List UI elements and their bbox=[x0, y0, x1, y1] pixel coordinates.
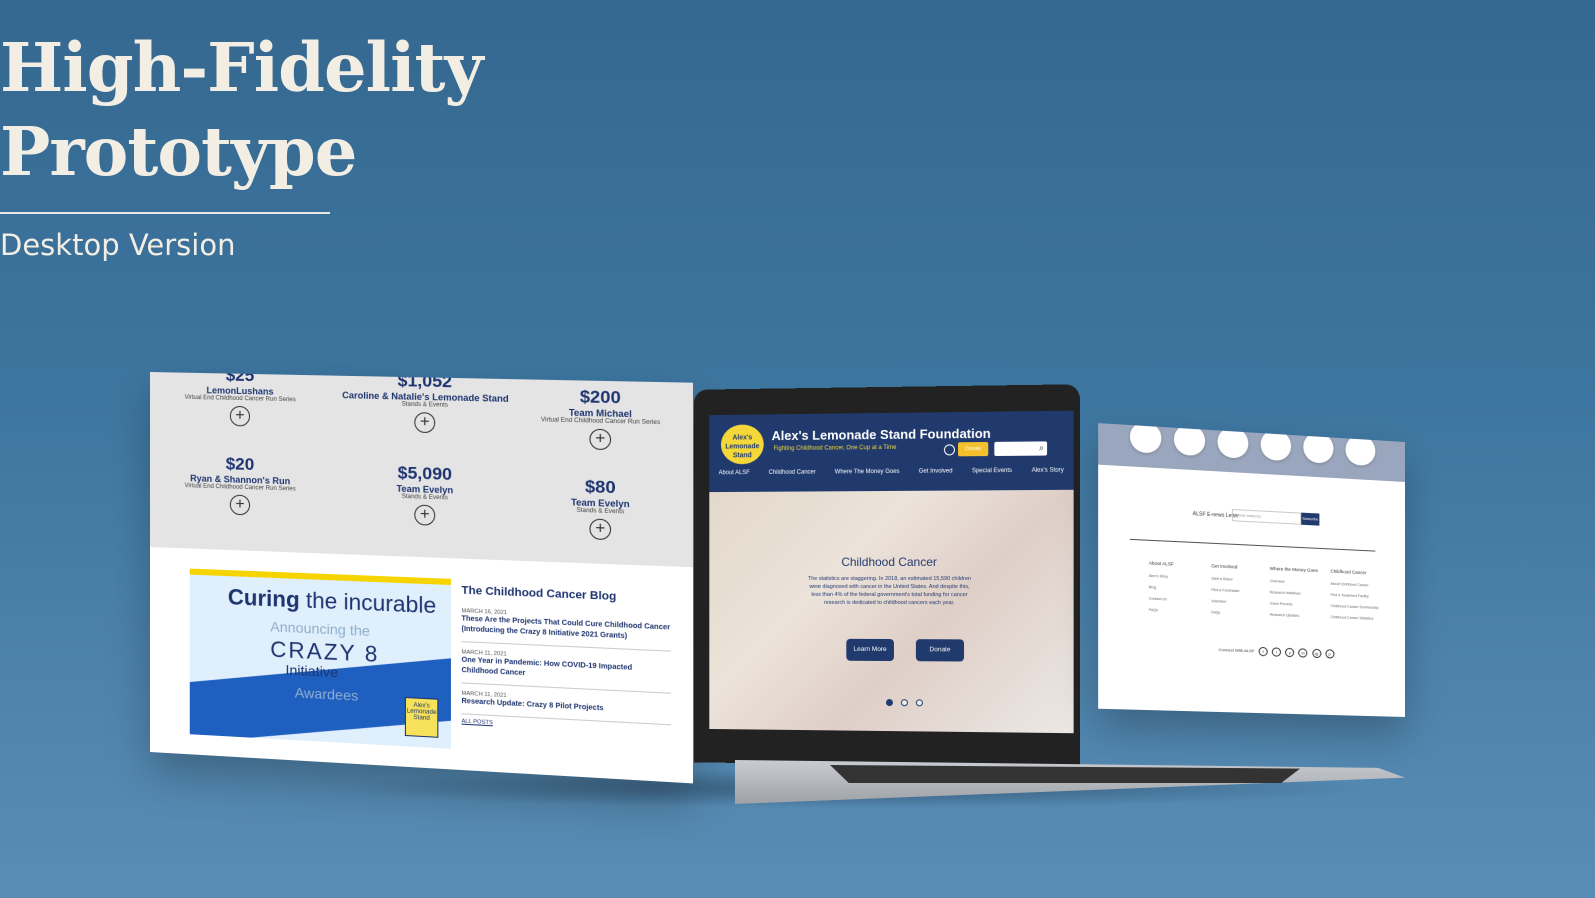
laptop-mockup: Alex's Lemonade Stand Alex's Lemonade St… bbox=[693, 384, 1080, 768]
social-connect: Connect With ALSF f t y in ig p bbox=[1218, 645, 1335, 659]
partner-logo bbox=[1217, 426, 1249, 459]
lemon-logo[interactable]: Alex's Lemonade Stand bbox=[720, 424, 764, 465]
user-icon[interactable] bbox=[943, 444, 955, 456]
crazy8-promo-banner[interactable]: Curing the incurable Announcing the CRAZ… bbox=[189, 568, 451, 749]
slide-title: Childhood Cancer bbox=[841, 554, 937, 570]
footer-column: Where the Money Goes Overview Research I… bbox=[1270, 566, 1318, 626]
donor-card: $80 Team Evelyn Stands & Events + bbox=[520, 475, 682, 543]
carousel-dot[interactable] bbox=[900, 699, 908, 707]
footer-link[interactable]: Find a Treatment Facility bbox=[1330, 593, 1378, 599]
slide-text: The statistics are staggering. In 2018, … bbox=[807, 576, 972, 607]
site-header: Alex's Lemonade Stand Alex's Lemonade St… bbox=[709, 410, 1074, 493]
nav-item-alexs-story[interactable]: Alex's Story bbox=[1032, 468, 1064, 474]
mockup-left-panel: $25 LemonLushans Virtual End Childhood C… bbox=[150, 372, 694, 784]
site-name: Alex's Lemonade Stand Foundation bbox=[771, 425, 991, 444]
expand-plus-icon[interactable]: + bbox=[589, 428, 612, 451]
footer-link[interactable]: Research Initiatives bbox=[1270, 590, 1318, 596]
nav-item-money[interactable]: Where The Money Goes bbox=[835, 469, 900, 475]
donor-card: $200 Team Michael Virtual End Childhood … bbox=[520, 386, 682, 453]
footer-link[interactable]: Childhood Cancer Survivorship bbox=[1330, 604, 1378, 610]
carousel-dot[interactable] bbox=[885, 699, 893, 707]
footer-link[interactable]: Childhood Cancer Statistics bbox=[1330, 615, 1378, 621]
partner-logo bbox=[1345, 434, 1376, 467]
hero-slide: Childhood Cancer The statistics are stag… bbox=[709, 489, 1074, 734]
hero-title-line1: High-Fidelity bbox=[0, 28, 483, 107]
footer-link[interactable]: Find a Fundraiser bbox=[1211, 588, 1239, 593]
footer-column: About ALSF Alex's Story Blog Contact Us … bbox=[1149, 560, 1174, 620]
footer-col-title: Where the Money Goes bbox=[1269, 565, 1318, 574]
promo-initiative: Initiative bbox=[285, 661, 339, 681]
expand-plus-icon[interactable]: + bbox=[589, 518, 612, 541]
footer-column: Get Involved Start a Stand Find a Fundra… bbox=[1211, 563, 1239, 622]
header-search-input[interactable]: ⌕ bbox=[994, 441, 1048, 457]
expand-plus-icon[interactable]: + bbox=[414, 412, 436, 434]
instagram-icon[interactable]: ig bbox=[1311, 648, 1321, 659]
hero-title-line2: Prototype bbox=[0, 112, 357, 191]
blog-section: The Childhood Cancer Blog MARCH 16, 2021… bbox=[461, 584, 672, 735]
footer-link[interactable]: Grant Process bbox=[1270, 601, 1318, 607]
promo-awardees: Awardees bbox=[294, 684, 359, 704]
learn-more-button[interactable]: Learn More bbox=[846, 638, 894, 662]
footer-col-title: Get Involved bbox=[1211, 563, 1238, 570]
footer-link[interactable]: Start a Stand bbox=[1211, 577, 1239, 582]
donor-card: $25 LemonLushans Virtual End Childhood C… bbox=[165, 372, 316, 428]
hero-subtitle: Desktop Version bbox=[0, 228, 236, 262]
pinterest-icon[interactable]: p bbox=[1325, 649, 1335, 659]
laptop-screen: Alex's Lemonade Stand Alex's Lemonade St… bbox=[709, 410, 1074, 734]
donor-grid: $25 LemonLushans Virtual End Childhood C… bbox=[150, 372, 694, 568]
footer-link[interactable]: Contact Us bbox=[1149, 597, 1174, 602]
newsletter-email-field[interactable]: Email address bbox=[1231, 508, 1302, 525]
alsf-logo: Alex's Lemonade Stand bbox=[404, 697, 439, 738]
footer-col-title: About ALSF bbox=[1148, 560, 1174, 567]
hero-divider bbox=[0, 212, 330, 214]
footer-col-title: Childhood Cancer bbox=[1330, 568, 1367, 576]
donor-card: $20 Ryan & Shannon's Run Virtual End Chi… bbox=[165, 452, 316, 517]
subscribe-button[interactable]: Subscribe bbox=[1301, 512, 1320, 526]
twitter-icon[interactable]: t bbox=[1271, 647, 1282, 657]
expand-plus-icon[interactable]: + bbox=[229, 405, 251, 427]
search-icon[interactable]: ⌕ bbox=[1039, 442, 1044, 453]
footer-divider bbox=[1129, 538, 1376, 552]
footer-link[interactable]: Research Updates bbox=[1270, 613, 1318, 619]
donor-card: $1,052 Caroline & Natalie's Lemonade Sta… bbox=[337, 372, 515, 435]
header-donate-button[interactable]: Donate bbox=[958, 441, 989, 457]
expand-plus-icon[interactable]: + bbox=[414, 504, 436, 526]
partner-logo bbox=[1303, 431, 1334, 464]
linkedin-icon[interactable]: in bbox=[1298, 648, 1308, 658]
partner-logo bbox=[1260, 429, 1292, 462]
connect-label: Connect With ALSF bbox=[1218, 647, 1255, 654]
youtube-icon[interactable]: y bbox=[1285, 647, 1295, 658]
promo-announcing: Announcing the bbox=[270, 618, 370, 640]
footer-link[interactable]: Alex's Story bbox=[1149, 574, 1174, 579]
promo-headline: Curing the incurable bbox=[227, 584, 437, 619]
footer-link[interactable]: FAQs bbox=[1149, 608, 1174, 613]
facebook-icon[interactable]: f bbox=[1258, 646, 1268, 657]
blog-post[interactable]: MARCH 11, 2021 One Year in Pandemic: How… bbox=[461, 646, 672, 694]
partner-logo bbox=[1129, 423, 1162, 454]
footer-link[interactable]: About Childhood Cancer bbox=[1330, 582, 1378, 588]
blog-title: The Childhood Cancer Blog bbox=[461, 584, 617, 604]
site-tagline: Fighting Childhood Cancer, One Cup at a … bbox=[773, 444, 897, 453]
expand-plus-icon[interactable]: + bbox=[229, 494, 251, 516]
main-nav: About ALSF Childhood Cancer Where The Mo… bbox=[709, 467, 1073, 477]
footer-link[interactable]: Volunteer bbox=[1211, 599, 1239, 604]
slide-donate-button[interactable]: Donate bbox=[915, 639, 965, 662]
nav-item-special-events[interactable]: Special Events bbox=[972, 468, 1012, 474]
mockup-right-panel: ALSF E-news Letter Email address Subscri… bbox=[1098, 423, 1405, 717]
nav-item-get-involved[interactable]: Get Involved bbox=[919, 468, 953, 474]
blog-post[interactable]: MARCH 16, 2021 These Are the Projects Th… bbox=[461, 605, 672, 652]
partner-logo bbox=[1173, 423, 1206, 457]
carousel-dots bbox=[882, 693, 927, 711]
footer-link[interactable]: FAQs bbox=[1211, 610, 1239, 615]
nav-item-childhood-cancer[interactable]: Childhood Cancer bbox=[769, 470, 816, 476]
footer-column: Childhood Cancer About Childhood Cancer … bbox=[1330, 569, 1378, 628]
donor-card: $5,090 Team Evelyn Stands & Events + bbox=[347, 462, 504, 529]
partner-logos-band bbox=[1098, 423, 1405, 482]
nav-item-about[interactable]: About ALSF bbox=[719, 470, 750, 476]
footer-link[interactable]: Blog bbox=[1149, 585, 1174, 590]
footer-link[interactable]: Overview bbox=[1270, 579, 1318, 585]
carousel-dot[interactable] bbox=[915, 699, 923, 707]
promo-yellow-bar bbox=[189, 568, 451, 586]
hero-title: High-Fidelity Prototype bbox=[0, 26, 483, 194]
